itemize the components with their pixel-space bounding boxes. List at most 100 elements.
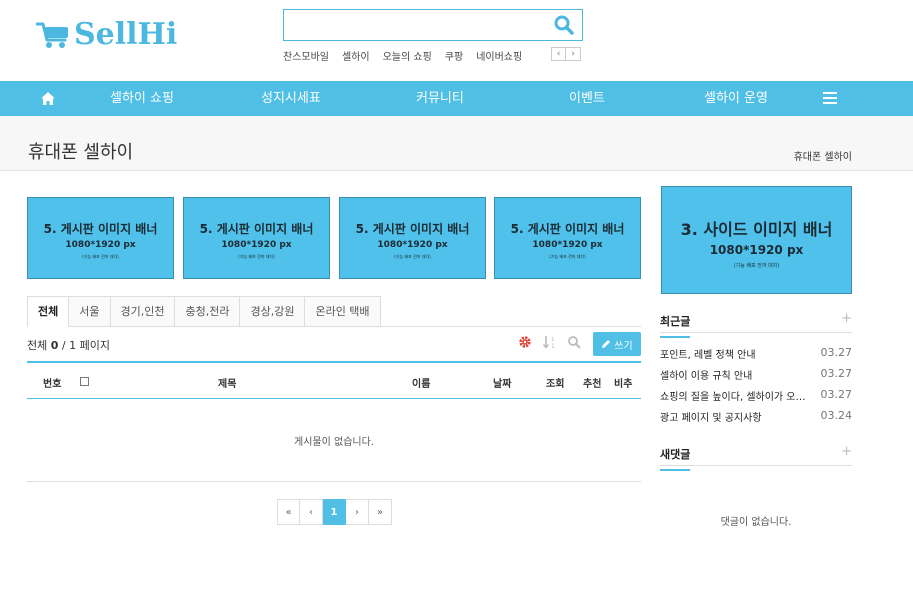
banner-title: 5. 게시판 이미지 배너 [43,222,158,236]
pagination: « ‹ 1 › » [277,499,392,525]
side-banner-note: (기능 배포 전까 대치) [733,263,780,269]
board-banner-1[interactable]: 5. 게시판 이미지 배너 1080*1920 px (기능 배포 전까 대치) [27,197,174,279]
quick-links: 찬스모바일 셀하이 오늘의 쇼핑 쿠팡 네이버쇼핑 [283,48,535,63]
select-all-checkbox[interactable] [80,377,89,386]
recent-post-item[interactable]: 포인트, 레벨 정책 안내 03.27 [660,346,852,361]
quick-link-chance-mobile[interactable]: 찬스모바일 [283,48,329,63]
pencil-icon [602,340,611,348]
page-title: 휴대폰 셀하이 [28,142,134,163]
tab-chungcheong-jeolla[interactable]: 충청,전라 [175,296,241,327]
column-title: 제목 [218,379,237,390]
column-dislikes[interactable]: 비추 [614,375,632,390]
tab-gyeongsang-gangwon[interactable]: 경상,강원 [240,296,306,327]
recent-posts-title[interactable]: 최근글 [660,313,691,338]
nav-item-price-list[interactable]: 성지시세표 [261,81,321,116]
search-input[interactable] [284,10,534,40]
recent-post-item[interactable]: 셀하이 이용 규칙 안내 03.27 [660,367,852,382]
quick-link-arrows: ‹ › [551,47,581,61]
logo[interactable]: SellHi [36,18,177,52]
column-name: 이름 [412,379,431,390]
page-first-button[interactable]: « [277,499,300,525]
side-banner-size: 1080*1920 px [709,243,804,257]
tab-online-delivery[interactable]: 온라인 택배 [305,296,381,327]
svg-text:1: 1 [551,343,555,349]
banner-title: 5. 게시판 이미지 배너 [199,222,314,236]
board-banner-4[interactable]: 5. 게시판 이미지 배너 1080*1920 px (기능 배포 전까 대치) [494,197,641,279]
nav-item-sellhi-shopping[interactable]: 셀하이 쇼핑 [110,81,174,116]
banner-note: (기능 배포 전까 대치) [82,254,119,259]
board-search-icon[interactable] [567,335,581,349]
quick-link-sellhi[interactable]: 셀하이 [342,48,370,63]
nav-item-operation[interactable]: 셀하이 운영 [704,81,768,116]
shopping-cart-icon [36,22,68,48]
banner-title: 5. 게시판 이미지 배너 [355,222,470,236]
recent-post-date: 03.27 [820,346,853,359]
table-divider [27,481,641,482]
page-prev-button[interactable]: ‹ [300,499,323,525]
menu-icon[interactable] [823,92,837,104]
tab-gyeonggi-incheon[interactable]: 경기,인천 [110,296,176,327]
recent-posts-more-icon[interactable]: + [841,311,852,326]
page-last-button[interactable]: » [369,499,392,525]
logo-text: SellHi [74,17,178,52]
side-banner-title: 3. 사이드 이미지 배너 [680,220,833,239]
no-comments-message: 댓글이 없습니다. [720,517,792,528]
banner-note: (기능 배포 전까 대치) [549,254,586,259]
column-views[interactable]: 조회 [546,375,564,390]
page-title-bar: 휴대폰 셀하이 휴대폰 셀하이 [0,116,913,171]
nav-item-event[interactable]: 이벤트 [569,81,605,116]
sort-icon[interactable]: ↓ 1 [543,335,557,349]
main-navbar: 셀하이 쇼핑 성지시세표 커뮤니티 이벤트 셀하이 운영 [0,81,913,116]
category-tabs: 전체 서울 경기,인천 충청,전라 경상,강원 온라인 택배 [27,296,641,327]
search-icon[interactable] [554,15,574,35]
count-total: 0 [50,339,59,352]
banner-size: 1080*1920 px [221,240,292,250]
count-prefix: 전체 [27,339,48,352]
home-icon[interactable] [40,91,56,106]
breadcrumb[interactable]: 휴대폰 셀하이 [794,148,852,163]
column-likes[interactable]: 추천 [583,375,601,390]
post-count: 전체 0 / 1 페이지 [27,337,110,353]
board-table-header: 번호 제목 이름 날짜 조회 추천 비추 [27,361,641,399]
banner-size: 1080*1920 px [377,240,448,250]
board-banner-2[interactable]: 5. 게시판 이미지 배너 1080*1920 px (기능 배포 전까 대치) [183,197,330,279]
recent-post-item[interactable]: 광고 페이지 및 공지사항 03.24 [660,409,852,424]
page-current-button[interactable]: 1 [323,499,346,525]
write-button[interactable]: 쓰기 [593,332,641,356]
new-comments-title[interactable]: 새댓글 [660,446,691,471]
recent-post-title: 셀하이 이용 규칙 안내 [660,371,753,382]
recent-post-date: 03.27 [820,388,853,401]
column-date[interactable]: 날짜 [493,375,511,390]
banner-title: 5. 게시판 이미지 배너 [510,222,625,236]
nav-item-community[interactable]: 커뮤니티 [416,81,464,116]
side-banner[interactable]: 3. 사이드 이미지 배너 1080*1920 px (기능 배포 전까 대치) [661,186,852,294]
quick-link-prev-button[interactable]: ‹ [551,47,566,61]
recent-post-date: 03.24 [820,409,853,422]
recent-post-title: 쇼핑의 질을 높이다, 셀하이가 오… [660,392,806,403]
banner-size: 1080*1920 px [532,240,603,250]
write-button-label: 쓰기 [614,340,633,352]
new-comments-more-icon[interactable]: + [841,444,852,459]
quick-link-next-button[interactable]: › [566,47,581,61]
svg-text:↓: ↓ [550,336,555,343]
quick-link-today-shopping[interactable]: 오늘의 쇼핑 [383,48,432,63]
page-next-button[interactable]: › [346,499,369,525]
recent-post-date: 03.27 [820,367,853,380]
tab-all[interactable]: 전체 [27,296,70,327]
tab-seoul[interactable]: 서울 [69,296,111,327]
banner-note: (기능 배포 전까 대치) [238,254,275,259]
count-suffix: / 1 페이지 [61,339,110,352]
recent-posts-header: 최근글 + [660,307,852,338]
recent-post-item[interactable]: 쇼핑의 질을 높이다, 셀하이가 오… 03.27 [660,388,852,403]
new-comments-header: 새댓글 + [660,440,852,471]
recent-post-title: 포인트, 레벨 정책 안내 [660,350,756,361]
board-banner-3[interactable]: 5. 게시판 이미지 배너 1080*1920 px (기능 배포 전까 대치) [339,197,486,279]
quick-link-naver-shopping[interactable]: 네이버쇼핑 [476,48,522,63]
empty-board-message: 게시물이 없습니다. [294,437,374,448]
gear-icon[interactable] [518,335,532,349]
recent-post-title: 광고 페이지 및 공지사항 [660,413,762,424]
quick-link-coupang[interactable]: 쿠팡 [445,48,463,63]
banner-note: (기능 배포 전까 대치) [394,254,431,259]
search-box [283,9,583,41]
column-number: 번호 [43,379,62,390]
